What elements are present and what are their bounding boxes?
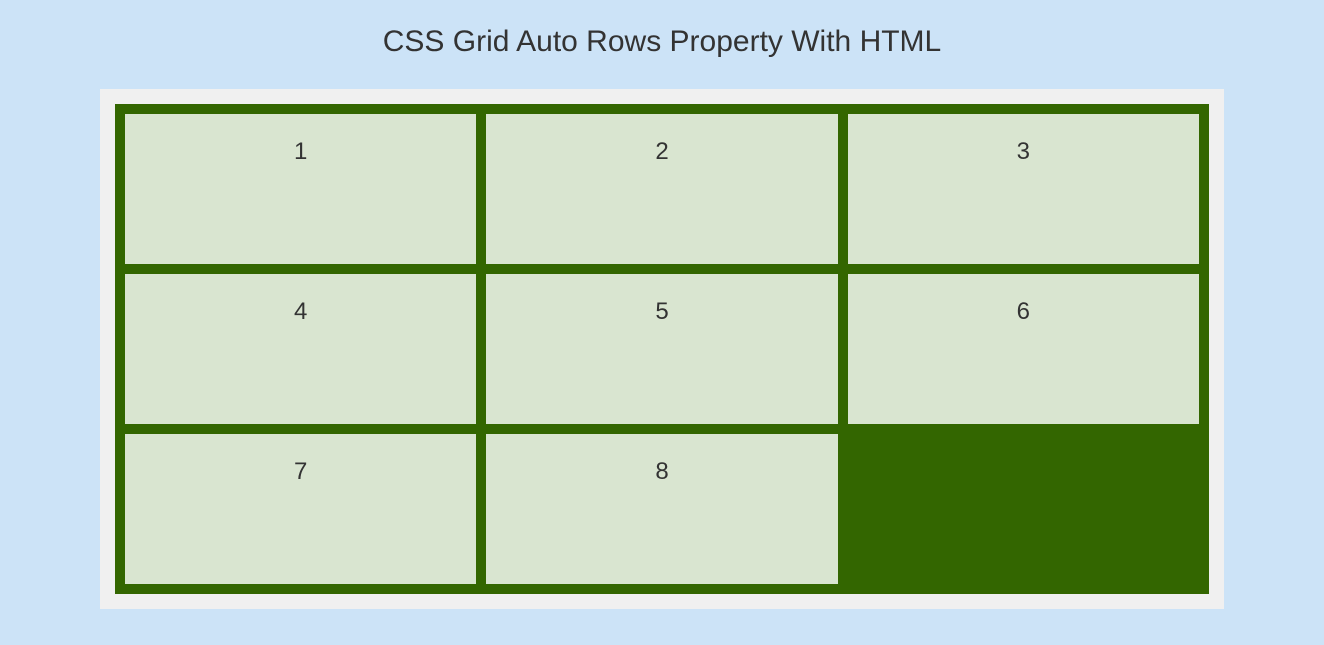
grid-cell: 1 [125,114,476,264]
grid-outer-container: 1 2 3 4 5 6 7 8 [100,89,1224,609]
grid-cell: 4 [125,274,476,424]
page-title: CSS Grid Auto Rows Property With HTML [0,25,1324,59]
grid-cell: 2 [486,114,837,264]
grid-container: 1 2 3 4 5 6 7 8 [115,104,1209,594]
grid-cell: 5 [486,274,837,424]
grid-cell: 8 [486,434,837,584]
grid-cell: 6 [848,274,1199,424]
grid-cell: 3 [848,114,1199,264]
grid-cell: 7 [125,434,476,584]
